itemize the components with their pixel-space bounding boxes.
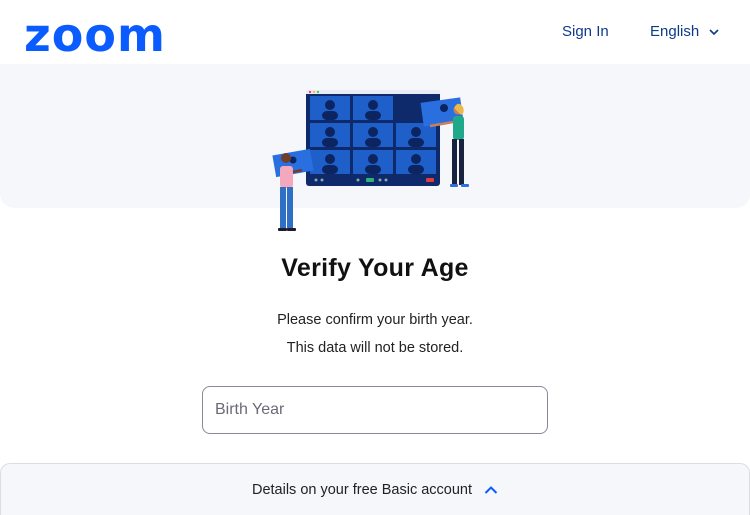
language-label: English	[650, 23, 700, 40]
chevron-up-icon	[484, 485, 498, 494]
page-title: Verify Your Age	[281, 254, 469, 282]
language-selector[interactable]: English	[650, 22, 719, 42]
page: zoom Sign In English Verify Your Age Ple…	[0, 0, 750, 515]
confirm-birth-year-text: Please confirm your birth year.	[277, 312, 473, 328]
basic-account-details-label: Details on your free Basic account	[251, 481, 473, 498]
birth-year-input[interactable]	[202, 386, 548, 434]
basic-account-details-toggle[interactable]: Details on your free Basic account	[0, 463, 750, 515]
video-conference-illustration	[272, 90, 469, 231]
sign-in-link[interactable]: Sign In	[562, 22, 609, 42]
top-header: zoom Sign In English	[0, 0, 750, 64]
chevron-down-icon	[709, 29, 719, 36]
zoom-logo[interactable]: zoom	[24, 10, 166, 60]
data-not-stored-text: This data will not be stored.	[286, 340, 464, 356]
